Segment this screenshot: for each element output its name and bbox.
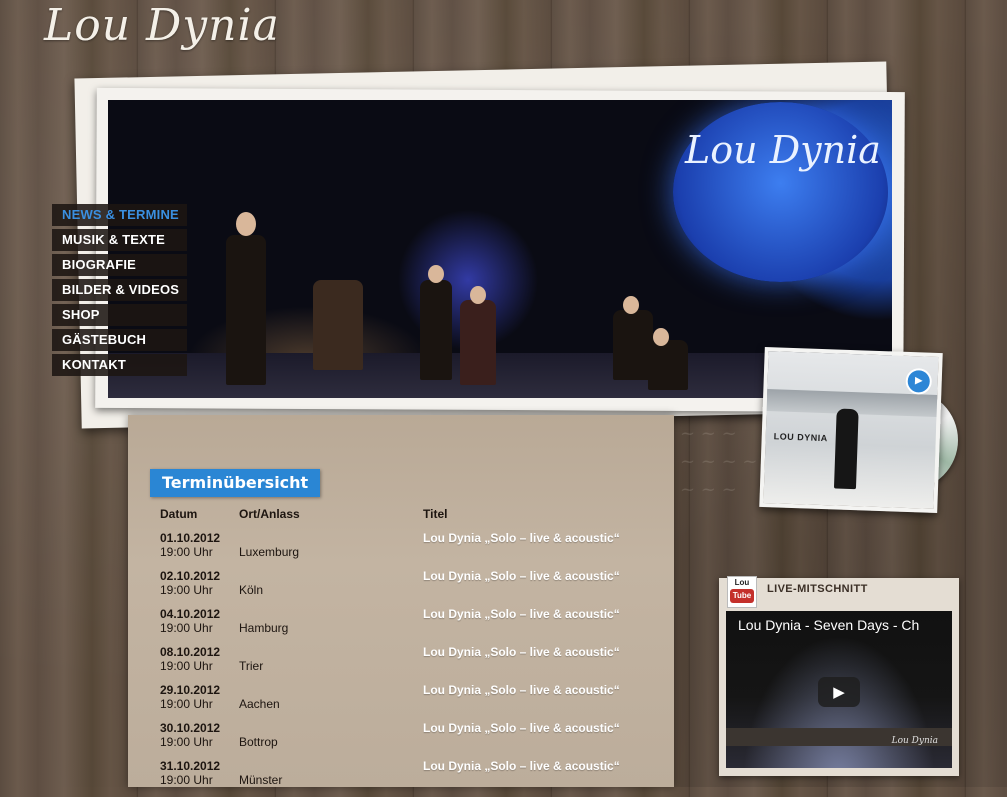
event-place: Hamburg — [239, 621, 289, 635]
event-title-link[interactable]: Lou Dynia „Solo – live & acoustic“ — [423, 721, 620, 735]
performer-keys — [613, 310, 653, 380]
event-place: Aachen — [239, 697, 280, 711]
event-title-link[interactable]: Lou Dynia „Solo – live & acoustic“ — [423, 607, 620, 621]
play-circle-icon[interactable]: ▶ — [905, 367, 933, 395]
events-heading: Terminübersicht — [150, 469, 321, 497]
youtube-video-player[interactable]: Lou Dynia - Seven Days - Ch Lou Dynia ▶ — [726, 611, 952, 768]
event-row: 29.10.2012 19:00 Uhr Aachen Lou Dynia „S… — [160, 683, 660, 721]
cd-title: LOU DYNIA — [773, 431, 828, 444]
event-date: 02.10.2012 — [160, 569, 221, 583]
event-row: 31.10.2012 19:00 Uhr Münster Lou Dynia „… — [160, 759, 660, 797]
nav-item-shop[interactable]: SHOP — [52, 304, 187, 326]
event-row: 02.10.2012 19:00 Uhr Köln Lou Dynia „Sol… — [160, 569, 660, 607]
video-title[interactable]: Lou Dynia - Seven Days - Ch — [738, 617, 919, 633]
event-date: 08.10.2012 — [160, 645, 221, 659]
event-time: 19:00 Uhr — [160, 583, 213, 597]
event-row: 04.10.2012 19:00 Uhr Hamburg Lou Dynia „… — [160, 607, 660, 645]
event-place: Münster — [239, 773, 283, 787]
event-time: 19:00 Uhr — [160, 545, 213, 559]
event-time: 19:00 Uhr — [160, 697, 213, 711]
column-header-date: Datum — [160, 507, 198, 521]
performer-head — [470, 286, 486, 304]
performer-head — [653, 328, 669, 346]
performer-bass — [648, 340, 688, 390]
event-title-link[interactable]: Lou Dynia „Solo – live & acoustic“ — [423, 569, 620, 583]
event-title-link[interactable]: Lou Dynia „Solo – live & acoustic“ — [423, 759, 620, 773]
nav-item-musik-texte[interactable]: MUSIK & TEXTE — [52, 229, 187, 251]
event-time: 19:00 Uhr — [160, 659, 213, 673]
performer-head — [428, 265, 444, 283]
cd-cover-figure — [833, 408, 859, 490]
performer-head — [623, 296, 639, 314]
event-time: 19:00 Uhr — [160, 735, 213, 749]
event-row: 01.10.2012 19:00 Uhr Luxemburg Lou Dynia… — [160, 531, 660, 569]
event-place: Köln — [239, 583, 264, 597]
column-header-title: Titel — [423, 507, 448, 521]
drum-kit — [313, 280, 363, 370]
event-date: 04.10.2012 — [160, 607, 221, 621]
column-header-place: Ort/Anlass — [239, 507, 300, 521]
nav-item-bilder-videos[interactable]: BILDER & VIDEOS — [52, 279, 187, 301]
event-title-link[interactable]: Lou Dynia „Solo – live & acoustic“ — [423, 531, 620, 545]
video-signature: Lou Dynia — [891, 736, 938, 746]
event-time: 19:00 Uhr — [160, 773, 213, 787]
youtube-widget: Lou Tube LIVE-MITSCHNITT Lou Dynia - Sev… — [719, 576, 959, 776]
nav-item-kontakt[interactable]: KONTAKT — [52, 354, 187, 376]
event-place: Trier — [239, 659, 264, 673]
youtube-widget-label: LIVE-MITSCHNITT — [767, 583, 868, 595]
event-place: Luxemburg — [239, 545, 300, 559]
stage-screen-text: Lou Dynia — [685, 128, 881, 172]
event-date: 31.10.2012 — [160, 759, 221, 773]
site-logo[interactable]: Lou Dynia — [44, 0, 280, 51]
event-place: Bottrop — [239, 735, 278, 749]
event-row: 08.10.2012 19:00 Uhr Trier Lou Dynia „So… — [160, 645, 660, 683]
performer-head — [236, 212, 256, 236]
youtube-logo-icon[interactable]: Lou Tube — [727, 576, 757, 608]
nav-item-news-termine[interactable]: NEWS & TERMINE — [52, 204, 187, 226]
nav-item-biografie[interactable]: BIOGRAFIE — [52, 254, 187, 276]
play-button-icon[interactable]: ▶ — [818, 677, 860, 707]
performer-guitarist — [226, 235, 266, 385]
event-date: 29.10.2012 — [160, 683, 221, 697]
event-title-link[interactable]: Lou Dynia „Solo – live & acoustic“ — [423, 645, 620, 659]
main-navigation: NEWS & TERMINE MUSIK & TEXTE BIOGRAFIE B… — [52, 204, 187, 379]
event-date: 01.10.2012 — [160, 531, 221, 545]
event-row: 30.10.2012 19:00 Uhr Bottrop Lou Dynia „… — [160, 721, 660, 759]
performer-singer-2 — [460, 300, 496, 385]
event-title-link[interactable]: Lou Dynia „Solo – live & acoustic“ — [423, 683, 620, 697]
event-date: 30.10.2012 — [160, 721, 221, 735]
event-time: 19:00 Uhr — [160, 621, 213, 635]
cd-cover[interactable]: LOU DYNIA ▶ — [759, 346, 943, 514]
nav-item-gaestebuch[interactable]: GÄSTEBUCH — [52, 329, 187, 351]
performer-singer-1 — [420, 280, 452, 380]
